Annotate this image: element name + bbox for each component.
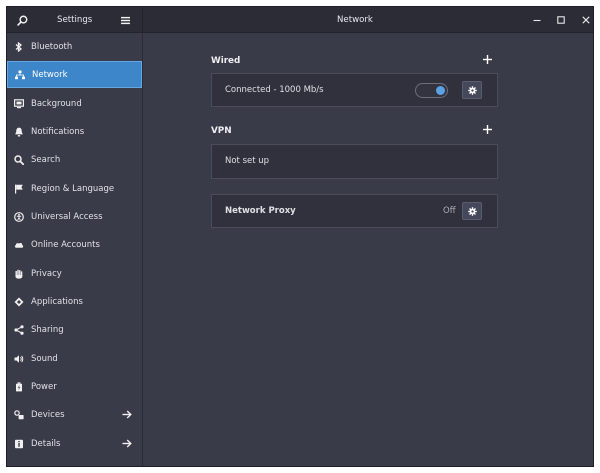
- arrow-right-icon: [122, 439, 132, 449]
- info-icon: [14, 439, 24, 449]
- sidebar-item-label: Privacy: [31, 268, 62, 279]
- search-icon: [14, 154, 24, 165]
- bluetooth-icon: [14, 41, 24, 52]
- sidebar-item-online-accounts[interactable]: Online Accounts: [7, 231, 142, 258]
- sidebar-item-details[interactable]: Details: [7, 430, 142, 457]
- sidebar-item-devices[interactable]: Devices: [7, 401, 142, 428]
- sidebar-item-search[interactable]: Search: [7, 146, 142, 173]
- close-icon: [582, 16, 590, 24]
- wired-section-title: Wired: [211, 56, 241, 66]
- vpn-row: Not set up: [211, 144, 498, 179]
- add-vpn-button[interactable]: [481, 125, 493, 137]
- sidebar-item-privacy[interactable]: Privacy: [7, 260, 142, 287]
- sidebar-item-label: Sharing: [31, 324, 64, 335]
- sidebar-item-power[interactable]: Power: [7, 373, 142, 400]
- sidebar-item-label: Universal Access: [31, 211, 103, 222]
- sidebar-item-label: Online Accounts: [31, 239, 100, 250]
- vpn-section-title: VPN: [211, 126, 232, 136]
- sidebar-item-label: Devices: [31, 409, 65, 420]
- maximize-icon: [557, 16, 565, 24]
- accessibility-icon: [14, 211, 24, 222]
- network-proxy-row[interactable]: Network Proxy Off: [211, 194, 498, 228]
- sidebar-item-label: Sound: [31, 353, 58, 364]
- flag-icon: [14, 184, 24, 194]
- search-icon: [16, 15, 27, 26]
- sidebar-item-background[interactable]: Background: [7, 90, 142, 117]
- settings-title: Settings: [57, 15, 93, 25]
- toggle-knob: [436, 86, 445, 95]
- power-icon: [14, 381, 24, 392]
- add-wired-button[interactable]: [481, 55, 493, 67]
- speaker-icon: [14, 354, 24, 364]
- gear-icon: [467, 206, 477, 216]
- devices-icon: [14, 409, 24, 420]
- maximize-button[interactable]: [555, 14, 567, 26]
- minimize-icon: [533, 19, 541, 22]
- sidebar-item-label: Search: [31, 154, 61, 165]
- network-icon: [15, 70, 25, 80]
- hamburger-menu-icon: [120, 16, 130, 24]
- background-icon: [14, 98, 24, 109]
- plus-icon: [482, 55, 492, 64]
- wired-toggle[interactable]: [415, 83, 448, 98]
- sidebar-item-universal-access[interactable]: Universal Access: [7, 203, 142, 230]
- search-button[interactable]: [15, 13, 29, 27]
- cloud-icon: [14, 240, 24, 250]
- wired-settings-button[interactable]: [462, 81, 482, 99]
- sidebar-item-sharing[interactable]: Sharing: [7, 316, 142, 343]
- arrow-right-icon: [122, 410, 132, 420]
- proxy-settings-button[interactable]: [462, 202, 482, 220]
- sidebar-item-label: Bluetooth: [31, 41, 73, 52]
- bell-icon: [14, 127, 24, 137]
- gear-icon: [467, 85, 477, 95]
- sidebar-item-label: Background: [31, 98, 82, 109]
- settings-window: Settings Network Bluetooth Network Backg…: [6, 6, 594, 467]
- content-header: Network: [143, 7, 593, 33]
- plus-icon: [482, 125, 492, 134]
- vpn-status: Not set up: [225, 156, 270, 166]
- sidebar-item-network[interactable]: Network: [7, 61, 142, 88]
- share-icon: [14, 324, 24, 335]
- sidebar-item-sound[interactable]: Sound: [7, 345, 142, 372]
- sidebar: Bluetooth Network Background Notificatio…: [7, 33, 143, 466]
- sidebar-item-region-language[interactable]: Region & Language: [7, 175, 142, 202]
- sidebar-item-label: Applications: [31, 296, 83, 307]
- sidebar-item-label: Region & Language: [31, 183, 115, 194]
- sidebar-item-applications[interactable]: Applications: [7, 288, 142, 315]
- sidebar-item-notifications[interactable]: Notifications: [7, 118, 142, 145]
- network-proxy-value: Off: [443, 206, 456, 216]
- panel-title: Network: [337, 15, 373, 25]
- network-proxy-label: Network Proxy: [225, 206, 296, 216]
- hand-icon: [14, 269, 24, 279]
- sidebar-item-label: Network: [32, 69, 68, 80]
- applications-icon: [14, 297, 24, 307]
- sidebar-item-bluetooth[interactable]: Bluetooth: [7, 33, 142, 60]
- wired-status: Connected - 1000 Mb/s: [225, 85, 324, 95]
- wired-connection-row: Connected - 1000 Mb/s: [211, 73, 498, 107]
- sidebar-item-label: Notifications: [31, 126, 85, 137]
- menu-button[interactable]: [119, 14, 131, 26]
- sidebar-item-label: Power: [31, 381, 57, 392]
- sidebar-item-label: Details: [31, 438, 61, 449]
- close-button[interactable]: [580, 14, 592, 26]
- sidebar-header: Settings: [7, 7, 143, 33]
- minimize-button[interactable]: [531, 14, 543, 26]
